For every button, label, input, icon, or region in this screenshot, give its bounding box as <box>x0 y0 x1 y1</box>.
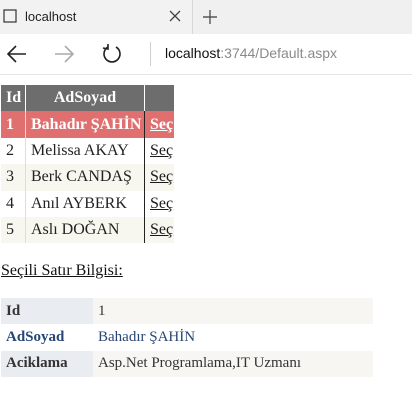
details-label: AdSoyad <box>1 324 93 351</box>
back-arrow-icon[interactable] <box>5 43 29 65</box>
table-row: 2 Melissa AKAY Seç <box>1 137 175 165</box>
address-host: localhost <box>165 45 221 61</box>
tab-title: localhost <box>25 9 77 24</box>
details-value: 1 <box>93 298 373 325</box>
details-label: Aciklama <box>1 350 93 378</box>
details-view: Id 1 AdSoyad Bahadır ŞAHİN Aciklama Asp.… <box>1 298 373 378</box>
selected-info-title: Seçili Satır Bilgisi: <box>1 262 123 279</box>
details-value: Asp.Net Programlama,IT Uzmanı <box>93 350 373 378</box>
details-row: Id 1 <box>1 298 373 325</box>
cell-id: 3 <box>1 164 26 191</box>
browser-tab[interactable]: localhost <box>0 0 193 34</box>
table-row: 5 Aslı DOĞAN Seç <box>1 216 175 244</box>
cell-id: 1 <box>1 111 26 138</box>
page-icon <box>3 9 17 23</box>
select-link[interactable]: Seç <box>150 221 173 238</box>
cell-id: 2 <box>1 137 26 165</box>
select-link[interactable]: Seç <box>150 142 173 159</box>
cell-name: Bahadır ŞAHİN <box>25 111 145 138</box>
close-icon[interactable] <box>166 7 184 25</box>
plus-icon[interactable] <box>200 7 220 27</box>
select-link[interactable]: Seç <box>150 195 173 212</box>
cell-name: Berk CANDAŞ <box>25 164 145 191</box>
details-row: Aciklama Asp.Net Programlama,IT Uzmanı <box>1 350 373 378</box>
address-path: :3744/Default.aspx <box>220 45 338 61</box>
browser-nav-bar: localhost:3744/Default.aspx <box>0 34 412 75</box>
select-link[interactable]: Seç <box>150 168 173 185</box>
details-value: Bahadır ŞAHİN <box>93 324 373 351</box>
details-row: AdSoyad Bahadır ŞAHİN <box>1 324 373 351</box>
grid-header-id: Id <box>1 85 26 112</box>
forward-arrow-icon[interactable] <box>52 43 76 65</box>
people-grid: Id AdSoyad 1 Bahadır ŞAHİN Seç 2 Melissa… <box>1 85 175 244</box>
cell-id: 5 <box>1 216 26 244</box>
cell-name: Anıl AYBERK <box>25 190 145 217</box>
select-link[interactable]: Seç <box>150 116 173 133</box>
refresh-icon[interactable] <box>100 43 124 65</box>
table-row: 4 Anıl AYBERK Seç <box>1 190 175 217</box>
grid-header-select <box>144 85 175 112</box>
cell-id: 4 <box>1 190 26 217</box>
grid-header-adsoyad: AdSoyad <box>25 85 145 112</box>
table-row: 3 Berk CANDAŞ Seç <box>1 164 175 191</box>
cell-name: Melissa AKAY <box>25 137 145 165</box>
browser-tab-bar: localhost <box>0 0 412 34</box>
address-separator <box>150 42 151 66</box>
address-bar[interactable]: localhost:3744/Default.aspx <box>165 45 337 61</box>
details-label: Id <box>1 298 93 325</box>
table-row: 1 Bahadır ŞAHİN Seç <box>1 111 175 138</box>
cell-name: Aslı DOĞAN <box>25 216 145 244</box>
grid-header-row: Id AdSoyad <box>1 85 175 112</box>
